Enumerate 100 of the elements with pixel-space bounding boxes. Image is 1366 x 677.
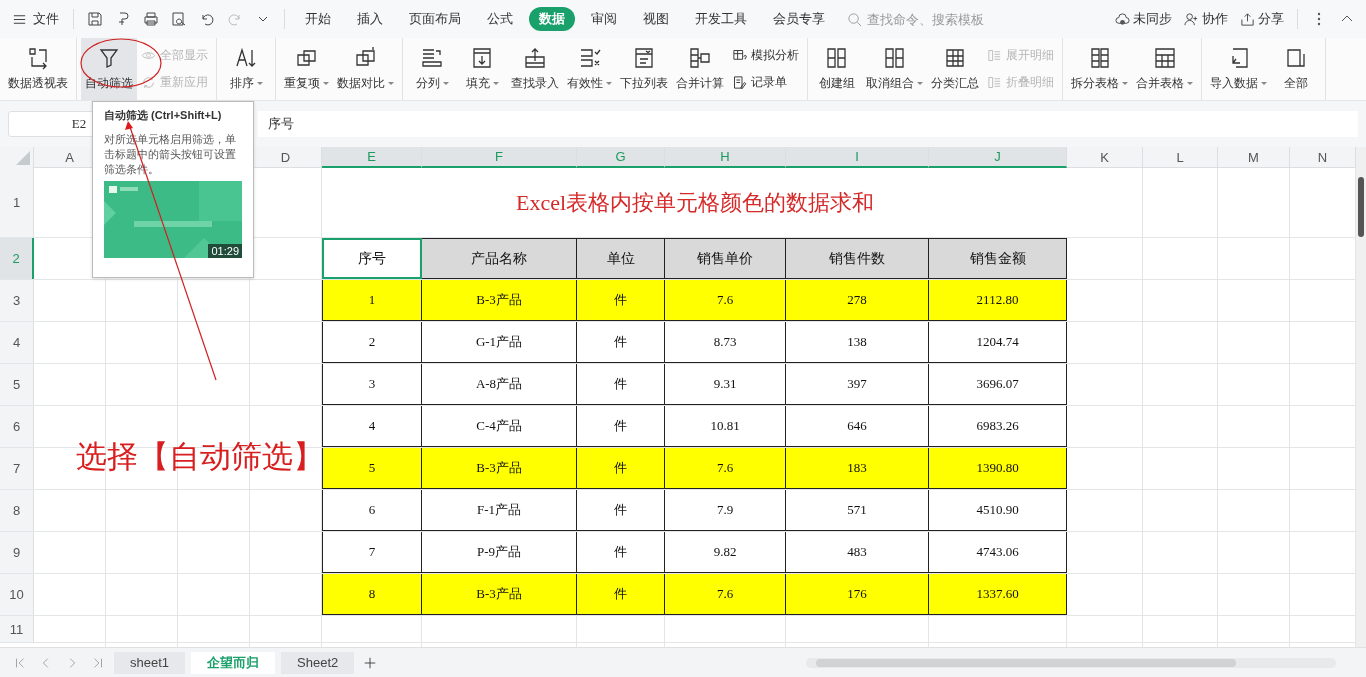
ribbon-button[interactable]: 排序 [221, 38, 271, 100]
sheet-tab[interactable]: Sheet2 [281, 651, 355, 674]
table-cell: 1204.74 [929, 322, 1067, 363]
header-cell[interactable]: 销售单价 [665, 238, 786, 279]
ribbon-button[interactable]: 数据透视表 [4, 38, 72, 100]
menu-tab[interactable]: 页面布局 [399, 7, 471, 31]
ribbon-button[interactable]: 合并表格 [1132, 38, 1197, 100]
table-cell: 件 [577, 448, 665, 489]
menu-tab[interactable]: 审阅 [581, 7, 627, 31]
caret-icon [1187, 82, 1193, 85]
table-cell: 件 [577, 574, 665, 615]
column-header[interactable]: L [1143, 147, 1218, 168]
row-header[interactable]: 9 [0, 532, 34, 573]
header-cell[interactable]: 销售金额 [929, 238, 1067, 279]
dropdown-list-icon [632, 46, 656, 70]
table-cell: P-9产品 [422, 532, 577, 573]
table-cell: 8 [322, 574, 422, 615]
table-cell: 183 [786, 448, 929, 489]
row-header[interactable]: 1 [0, 168, 34, 237]
menu-tab[interactable]: 公式 [477, 7, 523, 31]
ribbon-button[interactable]: 有效性 [563, 38, 616, 100]
sync-button[interactable]: 未同步 [1112, 10, 1175, 28]
table-cell: 7 [322, 532, 422, 573]
sheet-tab[interactable]: sheet1 [114, 651, 186, 674]
ribbon-button[interactable]: 导入数据 [1206, 38, 1271, 100]
print-icon[interactable] [143, 11, 159, 27]
column-header[interactable]: M [1218, 147, 1290, 168]
horizontal-scrollbar[interactable] [806, 657, 1336, 668]
table-cell: 7.6 [665, 280, 786, 321]
ribbon-button[interactable]: 重复项 [280, 38, 333, 100]
caret-icon [1261, 82, 1267, 85]
table-cell: 件 [577, 322, 665, 363]
header-cell[interactable]: 产品名称 [422, 238, 577, 279]
row-header[interactable]: 8 [0, 490, 34, 531]
add-sheet-icon[interactable] [363, 655, 378, 670]
share-icon [1240, 11, 1255, 27]
outline-icon [987, 48, 1002, 63]
table-cell: B-3产品 [422, 448, 577, 489]
ribbon-button[interactable]: 拆分表格 [1067, 38, 1132, 100]
caret-icon [492, 82, 499, 85]
table-icon [1152, 46, 1177, 70]
row-header[interactable]: 6 [0, 406, 34, 447]
caret-icon [323, 82, 329, 85]
table-cell: F-1产品 [422, 490, 577, 531]
table-cell: 7.6 [665, 448, 786, 489]
table-cell: 件 [577, 532, 665, 573]
print-preview-icon[interactable] [171, 11, 187, 27]
ribbon-button[interactable]: 合并计算 [672, 38, 728, 100]
columns-icon [825, 46, 849, 70]
file-menu-button[interactable]: 文件 [8, 10, 63, 28]
table-cell: 4510.90 [929, 490, 1067, 531]
ribbon-button[interactable]: 查找录入 [507, 38, 563, 100]
vertical-scrollbar[interactable] [1356, 147, 1366, 647]
menu-tab[interactable]: 视图 [633, 7, 679, 31]
header-cell[interactable]: 销售件数 [786, 238, 929, 279]
row-header[interactable]: 7 [0, 448, 34, 489]
ribbon-button[interactable]: 数据对比 [333, 38, 398, 100]
video-duration: 01:29 [208, 244, 242, 258]
ribbon-button[interactable]: 取消组合 [862, 38, 927, 100]
ribbon-button[interactable]: 下拉列表 [616, 38, 672, 100]
menu-tab[interactable]: 插入 [347, 7, 393, 31]
ribbon-button[interactable]: 记录单 [732, 74, 799, 91]
row-header[interactable]: 5 [0, 364, 34, 405]
grid-icon [943, 46, 967, 70]
ribbon-button[interactable]: 分类汇总 [927, 38, 983, 100]
ribbon-button[interactable]: 创建组 [812, 38, 862, 100]
table-cell: 8.73 [665, 322, 786, 363]
ribbon-button[interactable]: 全部 [1271, 38, 1321, 100]
ribbon-button[interactable]: 分列 [407, 38, 457, 100]
undo-icon[interactable] [199, 11, 215, 27]
table-cell: 1 [322, 280, 422, 321]
row-header[interactable]: 3 [0, 280, 34, 321]
table-cell: 7.6 [665, 574, 786, 615]
column-header[interactable]: K [1067, 147, 1143, 168]
table-cell: 件 [577, 490, 665, 531]
menu-tab[interactable]: 会员专享 [763, 7, 835, 31]
add-person-icon [1184, 11, 1199, 27]
row-header[interactable]: 11 [0, 616, 34, 642]
menu-tab[interactable]: 开始 [295, 7, 341, 31]
caret-icon [388, 82, 394, 85]
row-header[interactable]: 4 [0, 322, 34, 363]
header-cell[interactable]: 单位 [577, 238, 665, 279]
table-cell: B-3产品 [422, 574, 577, 615]
merge-icon [688, 46, 712, 70]
search-field[interactable]: 查找命令、搜索模板 [847, 10, 999, 28]
formula-field[interactable]: 序号 [258, 111, 1358, 137]
table-cell: 6 [322, 490, 422, 531]
outline-icon [987, 75, 1002, 90]
table-question-icon [732, 48, 747, 63]
collaborate-button[interactable]: 协作 [1181, 10, 1231, 28]
ribbon-button[interactable]: 模拟分析 [732, 47, 799, 64]
share-button[interactable]: 分享 [1237, 10, 1287, 28]
table-icon [1284, 46, 1308, 70]
row-header[interactable]: 10 [0, 574, 34, 615]
header-cell[interactable]: 序号 [322, 238, 422, 279]
ribbon-button[interactable]: 填充 [457, 38, 507, 100]
menu-tab[interactable]: 开发工具 [685, 7, 757, 31]
table-cell: 483 [786, 532, 929, 573]
table-cell: 397 [786, 364, 929, 405]
save-icon[interactable] [87, 11, 103, 27]
